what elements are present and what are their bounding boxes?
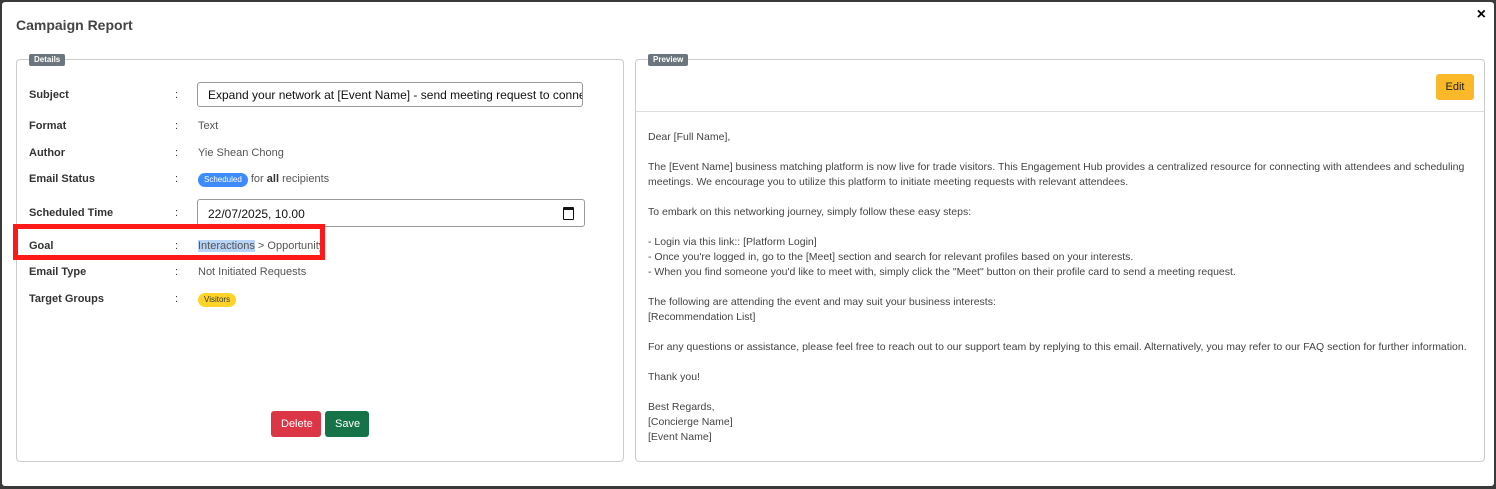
colon: : (175, 266, 179, 278)
author-label: Author (29, 147, 66, 159)
scheduled-time-value: 22/07/2025, 10.00 (208, 207, 305, 221)
email-type-label: Email Type (29, 266, 87, 278)
scheduled-label: Scheduled Time (29, 207, 114, 219)
close-icon[interactable]: × (1477, 7, 1486, 23)
email-paragraph: To embark on this networking journey, si… (648, 206, 972, 218)
email-greeting: Dear [Full Name], (648, 131, 731, 143)
email-thanks: Thank you! (648, 371, 700, 383)
email-recommendations: The following are attending the event an… (648, 295, 1474, 325)
email-steps: - Login via this link:: [Platform Login]… (648, 235, 1474, 280)
subject-label: Subject (29, 89, 69, 101)
email-step: - Login via this link:: [Platform Login] (648, 236, 817, 248)
status-recipients: recipients (282, 173, 330, 185)
target-group-badge: Visitors (198, 293, 237, 307)
subject-input[interactable]: Expand your network at [Event Name] - se… (197, 82, 583, 107)
email-paragraph: For any questions or assistance, please … (648, 341, 1467, 353)
colon: : (175, 207, 179, 219)
calendar-icon[interactable] (563, 207, 574, 220)
status-badge: Scheduled (198, 173, 248, 187)
colon: : (175, 89, 179, 101)
email-step: - When you find someone you'd like to me… (648, 266, 1236, 278)
email-signature: Best Regards, [Concierge Name] [Event Na… (648, 400, 1474, 445)
colon: : (175, 293, 179, 305)
format-value: Text (198, 120, 219, 132)
email-line: [Recommendation List] (648, 311, 756, 323)
colon: : (175, 173, 179, 185)
preview-header: Edit (636, 60, 1484, 112)
preview-panel: Preview Edit Dear [Full Name], The [Even… (635, 54, 1485, 462)
target-groups-label: Target Groups (29, 293, 104, 305)
highlight-annotation-box (13, 224, 325, 260)
edit-button[interactable]: Edit (1436, 74, 1474, 100)
target-groups-value: Visitors (198, 293, 237, 307)
email-status-label: Email Status (29, 173, 96, 185)
modal-dialog: Campaign Report × Details Subject : Expa… (2, 2, 1494, 486)
email-line: [Event Name] (648, 431, 712, 443)
email-status-value: Scheduled for all recipients (198, 173, 329, 187)
email-paragraph: The [Event Name] business matching platf… (648, 161, 1465, 188)
email-step: - Once you're logged in, go to the [Meet… (648, 251, 1134, 263)
colon: : (175, 147, 179, 159)
details-legend: Details (29, 54, 66, 66)
status-for: for (250, 173, 264, 185)
email-line: [Concierge Name] (648, 416, 733, 428)
delete-button[interactable]: Delete (271, 411, 321, 437)
email-line: The following are attending the event an… (648, 296, 996, 308)
modal-title: Campaign Report (16, 17, 133, 33)
author-value: Yie Shean Chong (198, 147, 284, 159)
email-type-value: Not Initiated Requests (198, 266, 307, 278)
colon: : (175, 120, 179, 132)
format-label: Format (29, 120, 67, 132)
details-panel: Details Subject : Expand your network at… (13, 54, 624, 462)
email-body: Dear [Full Name], The [Event Name] busin… (648, 130, 1474, 460)
status-all: all (266, 173, 280, 185)
email-line: Best Regards, (648, 401, 715, 413)
scheduled-row: Scheduled Time : 22/07/2025, 10.00 (17, 199, 623, 227)
save-button[interactable]: Save (325, 411, 369, 437)
subject-row: Subject : Expand your network at [Event … (17, 82, 623, 110)
scheduled-time-input[interactable]: 22/07/2025, 10.00 (197, 199, 585, 227)
